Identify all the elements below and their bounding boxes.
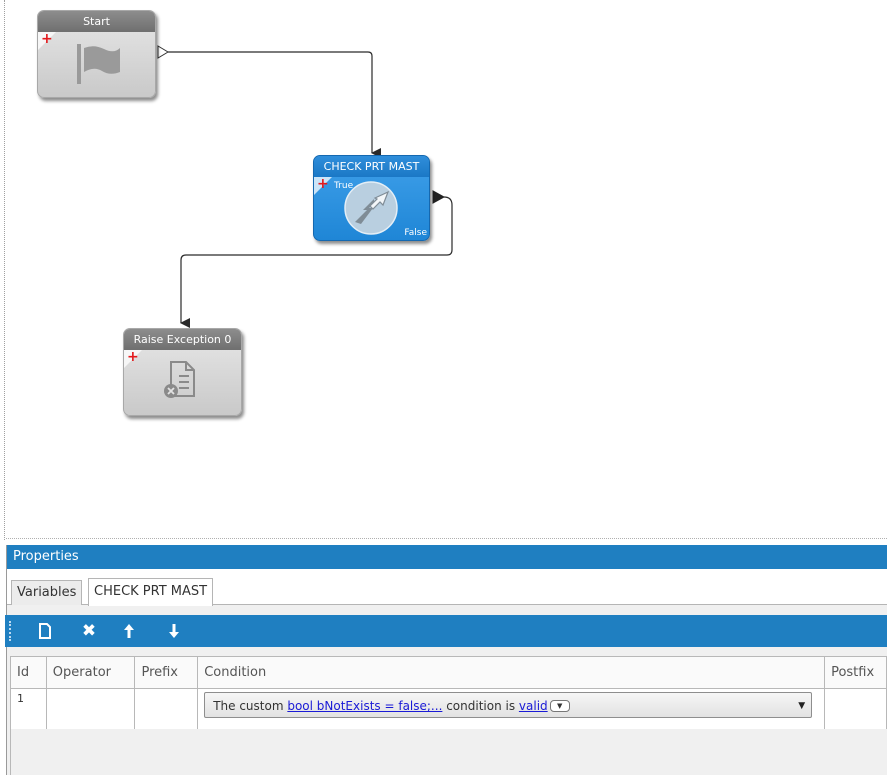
grid-empty-area	[10, 729, 887, 775]
raise-exception-node[interactable]: Raise Exception 0 +	[123, 328, 242, 416]
new-document-icon	[39, 623, 51, 639]
check-node-title: CHECK PRT MAST	[314, 156, 429, 177]
tab-check-prt-mast[interactable]: CHECK PRT MAST	[88, 578, 214, 606]
tab-variables[interactable]: Variables	[11, 580, 83, 605]
column-header-prefix[interactable]: Prefix	[134, 656, 199, 689]
state-dropdown-icon[interactable]: ▼	[549, 699, 570, 712]
connector-start-to-check	[168, 51, 381, 158]
column-header-postfix[interactable]: Postfix	[824, 656, 887, 689]
condition-dropdown[interactable]: The custom bool bNotExists = false;... c…	[204, 692, 813, 718]
document-error-icon	[164, 361, 195, 398]
start-node-title: Start	[38, 11, 155, 32]
column-header-id[interactable]: Id	[10, 656, 47, 689]
conditions-grid: Id Operator Prefix Condition Postfix 1 T…	[10, 656, 887, 736]
flag-icon	[77, 44, 120, 84]
check-output-port	[432, 190, 446, 204]
move-down-button[interactable]	[162, 619, 186, 643]
false-port-label: False	[404, 228, 427, 238]
arrow-down-icon	[169, 624, 179, 638]
chevron-down-icon[interactable]: ▼	[798, 693, 805, 717]
condition-middle-text: condition is	[442, 699, 519, 713]
properties-header: Properties	[7, 545, 887, 569]
condition-toolbar: ✖	[5, 615, 887, 647]
move-up-button[interactable]	[117, 619, 141, 643]
toolbar-grip[interactable]	[9, 621, 13, 641]
check-prt-mast-node[interactable]: CHECK PRT MAST + True False	[313, 155, 430, 241]
condition-prefix-text: The custom	[213, 699, 288, 713]
properties-tabs: Variables CHECK PRT MAST	[7, 569, 887, 606]
grid-header-row: Id Operator Prefix Condition Postfix	[10, 656, 887, 689]
add-marker-icon[interactable]: +	[41, 32, 53, 46]
delete-condition-button[interactable]: ✖	[77, 619, 101, 643]
start-output-port	[157, 45, 169, 59]
start-node[interactable]: Start +	[37, 10, 156, 98]
decision-arrows-icon	[344, 181, 398, 235]
add-marker-icon[interactable]: +	[127, 350, 139, 364]
column-header-operator[interactable]: Operator	[45, 656, 136, 689]
workflow-canvas[interactable]: Start + CHECK PRT MAST + True False Rais…	[0, 0, 887, 540]
column-header-condition[interactable]: Condition	[197, 656, 826, 689]
raise-node-title: Raise Exception 0	[124, 329, 241, 350]
properties-title: Properties	[13, 549, 79, 564]
canvas-bottom-border	[6, 538, 887, 539]
new-condition-button[interactable]	[33, 619, 57, 643]
condition-expression-link[interactable]: bool bNotExists = false;...	[287, 699, 442, 713]
add-marker-icon[interactable]: +	[317, 177, 329, 191]
arrow-up-icon	[124, 624, 134, 638]
condition-state-link[interactable]: valid	[519, 699, 548, 713]
